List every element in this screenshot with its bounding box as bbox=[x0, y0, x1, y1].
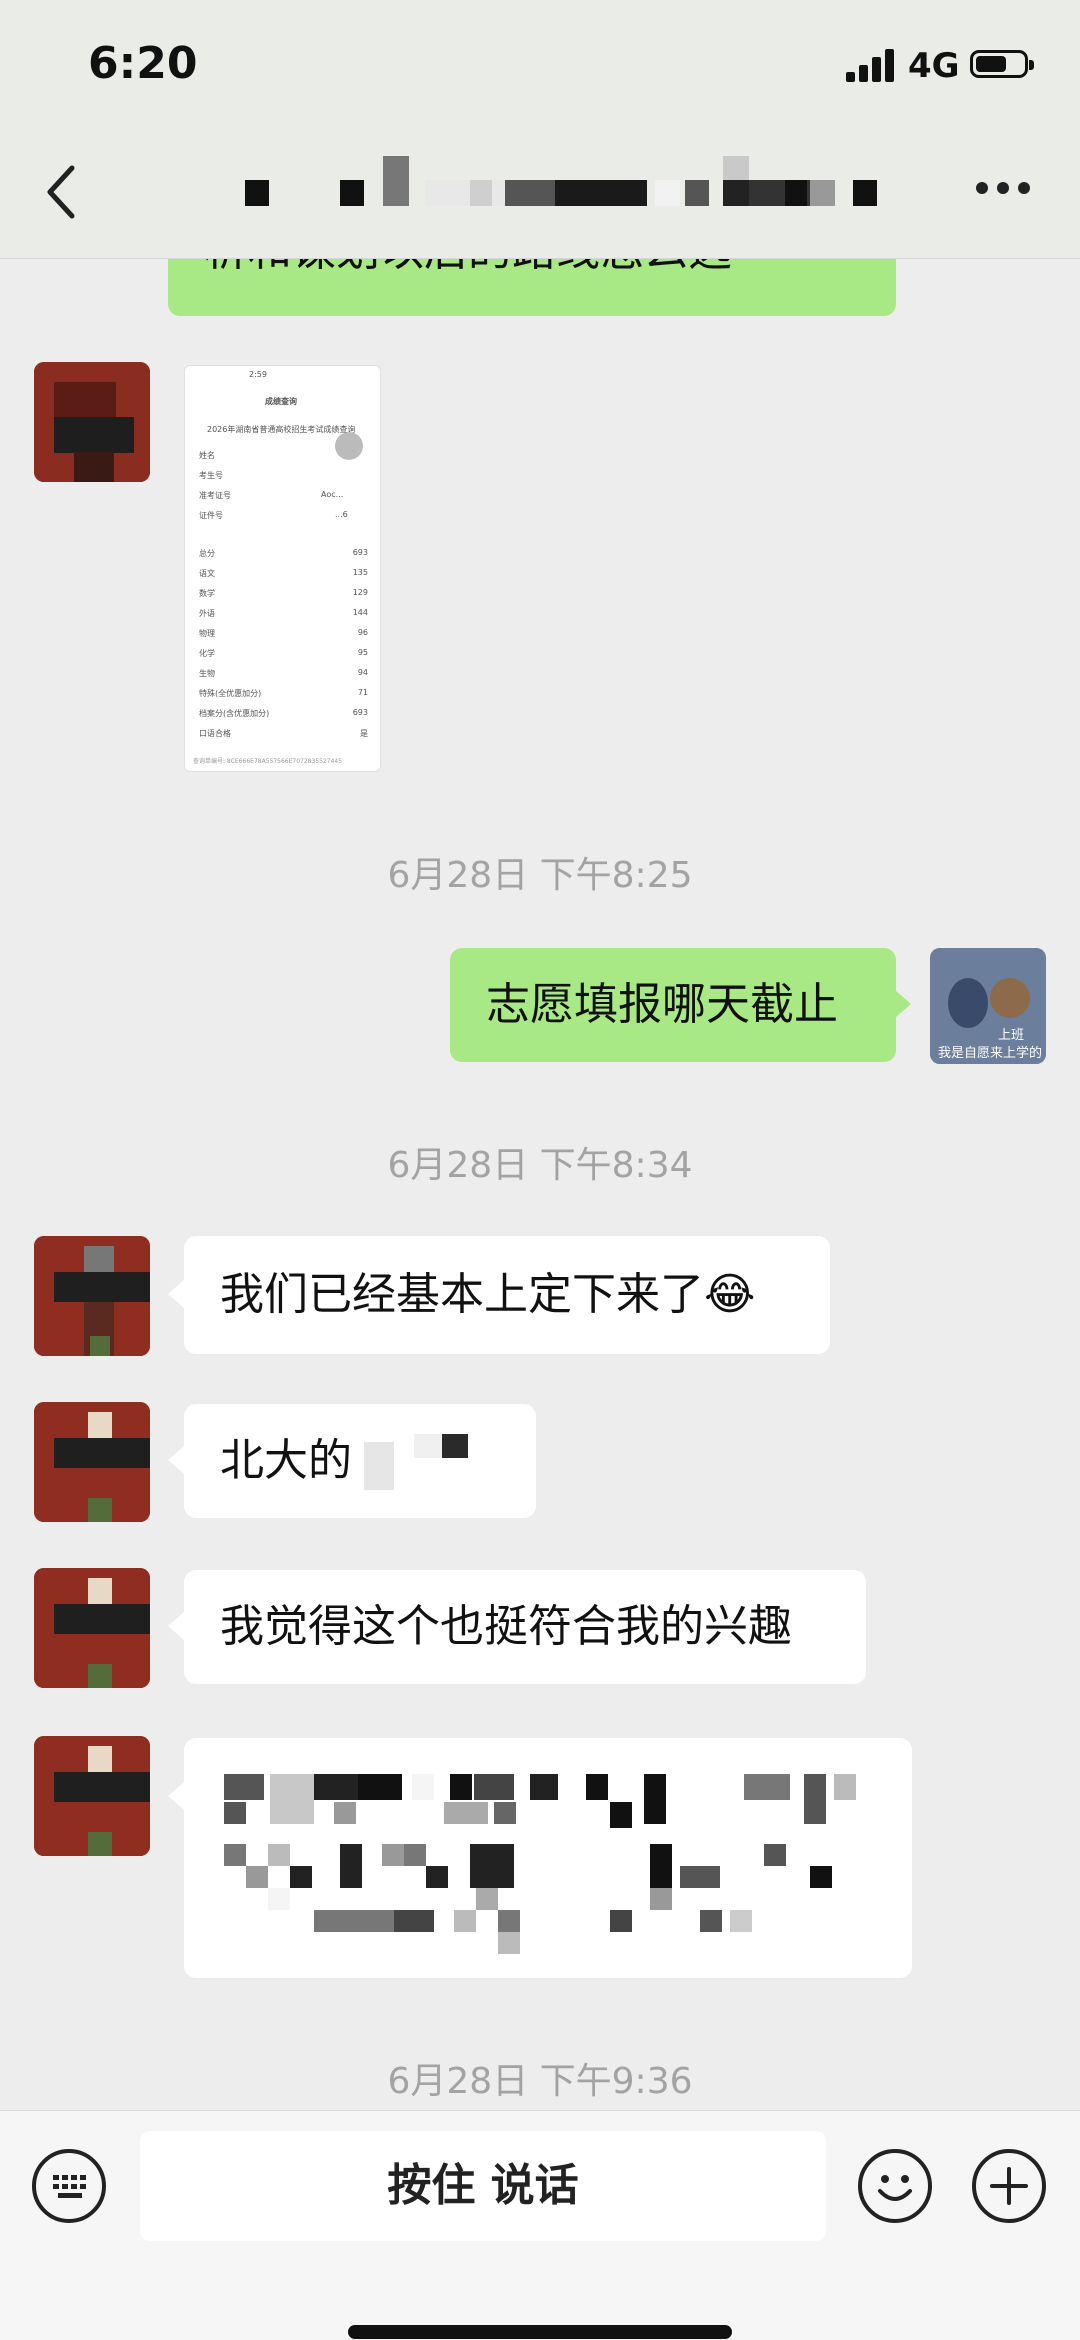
shot-row-label: 外语 bbox=[199, 609, 215, 618]
redacted-block bbox=[442, 1434, 468, 1458]
redacted-block bbox=[364, 1442, 394, 1490]
redacted-block bbox=[414, 1434, 442, 1458]
add-plus-icon[interactable] bbox=[972, 2149, 1046, 2223]
laughing-crying-emoji: 😂 bbox=[704, 1269, 756, 1320]
shot-row-value: 94 bbox=[357, 668, 368, 677]
shot-row-label: 档案分(含优惠加分) bbox=[199, 709, 270, 718]
bubble-tail bbox=[168, 1782, 184, 1810]
message-bubble-incoming[interactable]: 我觉得这个也挺符合我的兴趣 bbox=[184, 1570, 866, 1684]
contact-avatar[interactable] bbox=[34, 1402, 150, 1522]
contact-avatar[interactable] bbox=[34, 1236, 150, 1356]
shot-row-value: 96 bbox=[357, 628, 368, 637]
shot-row-value: 129 bbox=[352, 588, 368, 597]
shot-row-value: 693 bbox=[352, 708, 368, 717]
battery-icon bbox=[970, 50, 1034, 78]
message-text: 北大的 bbox=[220, 1435, 352, 1486]
shot-row-value: 144 bbox=[352, 608, 368, 617]
avatar-tag: 上班 bbox=[998, 1028, 1025, 1043]
contact-avatar[interactable] bbox=[34, 1736, 150, 1856]
shot-row-value: 135 bbox=[352, 568, 368, 577]
hold-to-talk-button[interactable]: 按住 说话 bbox=[140, 2131, 826, 2241]
contact-avatar[interactable] bbox=[34, 362, 150, 482]
shot-status-time: 2:59 bbox=[249, 370, 267, 379]
shot-row-label: 语文 bbox=[199, 569, 215, 578]
shot-row-label: 特殊(全优惠加分) bbox=[199, 689, 262, 698]
contact-avatar[interactable] bbox=[34, 1568, 150, 1688]
shot-row-label: 化学 bbox=[199, 649, 215, 658]
shot-row-value: 71 bbox=[357, 688, 368, 697]
shot-field-value: Aoc... bbox=[321, 490, 344, 499]
shot-field-value: ...6 bbox=[335, 510, 348, 519]
bubble-tail bbox=[168, 1280, 184, 1308]
bubble-tail bbox=[895, 990, 911, 1018]
timestamp: 6月28日 下午8:25 bbox=[387, 855, 693, 896]
back-arrow-icon[interactable] bbox=[44, 162, 80, 222]
message-text: 我们已经基本上定下来了 bbox=[220, 1269, 704, 1320]
message-text: 我觉得这个也挺符合我的兴趣 bbox=[220, 1601, 792, 1652]
shot-field: 考生号 bbox=[199, 471, 223, 480]
message-text: 志愿填报哪天截止 bbox=[486, 979, 838, 1030]
shot-row-value: 693 bbox=[352, 548, 368, 557]
my-avatar[interactable]: 上班 我是自愿来上学的 bbox=[930, 948, 1046, 1064]
shot-field: 证件号 bbox=[199, 511, 223, 520]
shot-field: 姓名 bbox=[199, 451, 215, 460]
message-bubble-incoming[interactable]: 北大的 bbox=[184, 1404, 536, 1518]
bubble-tail bbox=[168, 1612, 184, 1640]
shot-row-label: 总分 bbox=[199, 549, 215, 558]
more-options-icon[interactable] bbox=[976, 182, 1030, 196]
shot-footer: 查询单编号: 8CE666E78A557566E7072835527445 bbox=[193, 758, 343, 765]
timestamp: 6月28日 下午8:34 bbox=[387, 1145, 693, 1186]
emoji-icon[interactable] bbox=[858, 2149, 932, 2223]
network-type: 4G bbox=[908, 46, 960, 86]
bubble-tail bbox=[168, 1446, 184, 1474]
shot-row-label: 数学 bbox=[199, 589, 215, 598]
keyboard-icon[interactable] bbox=[32, 2149, 106, 2223]
message-bubble-outgoing[interactable]: 志愿填报哪天截止 bbox=[450, 948, 896, 1062]
home-indicator bbox=[348, 2325, 732, 2339]
shot-row-label: 生物 bbox=[199, 669, 215, 678]
message-bubble-incoming[interactable]: 我们已经基本上定下来了😂 bbox=[184, 1236, 830, 1354]
signal-icon bbox=[846, 48, 896, 82]
timestamp: 6月28日 下午9:36 bbox=[387, 2061, 693, 2102]
navigation-bar: 6:20 4G bbox=[0, 0, 1080, 259]
shot-subtitle: 2026年湖南省普通高校招生考试成绩查询 bbox=[207, 425, 356, 434]
avatar-caption: 我是自愿来上学的 bbox=[938, 1046, 1043, 1061]
shot-row-value: 是 bbox=[360, 729, 368, 738]
message-bubble-incoming-redacted[interactable] bbox=[184, 1738, 912, 1978]
shot-row-label: 物理 bbox=[199, 629, 215, 638]
shot-row-label: 口语合格 bbox=[199, 729, 231, 738]
input-bar: 按住 说话 bbox=[0, 2110, 1080, 2340]
shot-header: 成绩查询 bbox=[265, 397, 297, 406]
status-time: 6:20 bbox=[88, 38, 198, 89]
score-screenshot-image[interactable]: 2:59 成绩查询 2026年湖南省普通高校招生考试成绩查询 姓名 考生号 准考… bbox=[184, 365, 381, 772]
chat-title-redacted bbox=[245, 156, 885, 206]
shot-row-value: 95 bbox=[357, 648, 368, 657]
shot-field: 准考证号 bbox=[199, 491, 231, 500]
